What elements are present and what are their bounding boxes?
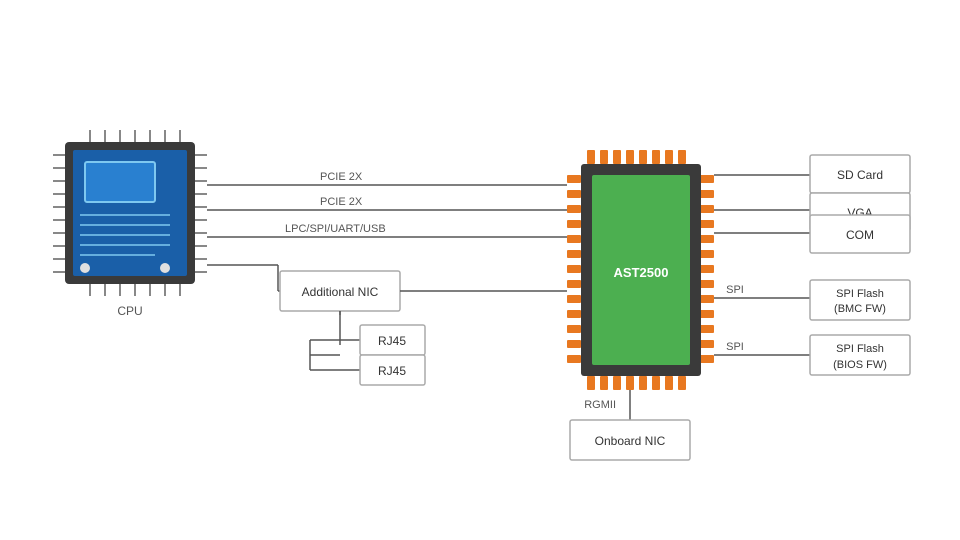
rj45-label-1: RJ45 [378,334,406,348]
pcie-label-2: PCIE 2X [320,196,363,208]
ast-chip-label: AST2500 [614,265,669,280]
rj45-label-2: RJ45 [378,364,406,378]
rgmii-label: RGMII [584,399,616,411]
onboard-nic-label: Onboard NIC [595,434,666,448]
pcie-label-1: PCIE 2X [320,171,363,183]
spi-flash-bmc-sub: (BMC FW) [834,303,886,315]
spi-bmc-label: SPI [726,284,744,296]
spi-flash-bios-sub: (BIOS FW) [833,359,887,371]
spi-bios-label: SPI [726,341,744,353]
spi-flash-bmc-label: SPI Flash [836,288,884,300]
com-label: COM [846,228,874,242]
spi-flash-bios-label: SPI Flash [836,343,884,355]
ast-chip: AST2500 [567,150,714,390]
lpc-label: LPC/SPI/UART/USB [285,223,386,235]
additional-nic-label: Additional NIC [302,285,379,299]
architecture-diagram: CPU [0,0,960,540]
sd-card-label: SD Card [837,168,883,182]
cpu-chip [53,130,207,296]
cpu-label: CPU [117,304,142,318]
